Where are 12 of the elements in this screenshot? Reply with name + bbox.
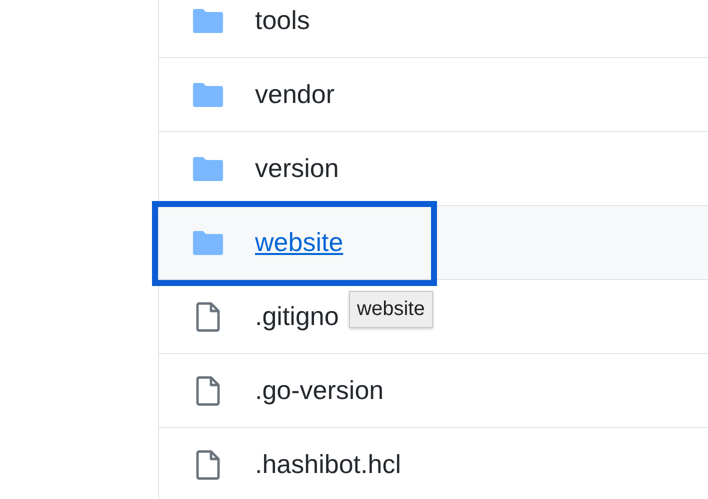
file-link[interactable]: version — [255, 153, 339, 184]
file-link[interactable]: .hashibot.hcl — [255, 449, 401, 480]
folder-icon — [191, 82, 225, 106]
file-link[interactable]: vendor — [255, 79, 334, 110]
file-link[interactable]: tools — [255, 5, 310, 36]
tooltip: website — [349, 291, 433, 328]
file-link[interactable]: website — [255, 227, 344, 258]
folder-icon — [191, 230, 225, 254]
folder-icon — [191, 156, 225, 180]
file-link[interactable]: .go-version — [255, 375, 384, 406]
file-link[interactable]: .gitigno — [255, 301, 339, 332]
folder-icon — [191, 8, 225, 32]
